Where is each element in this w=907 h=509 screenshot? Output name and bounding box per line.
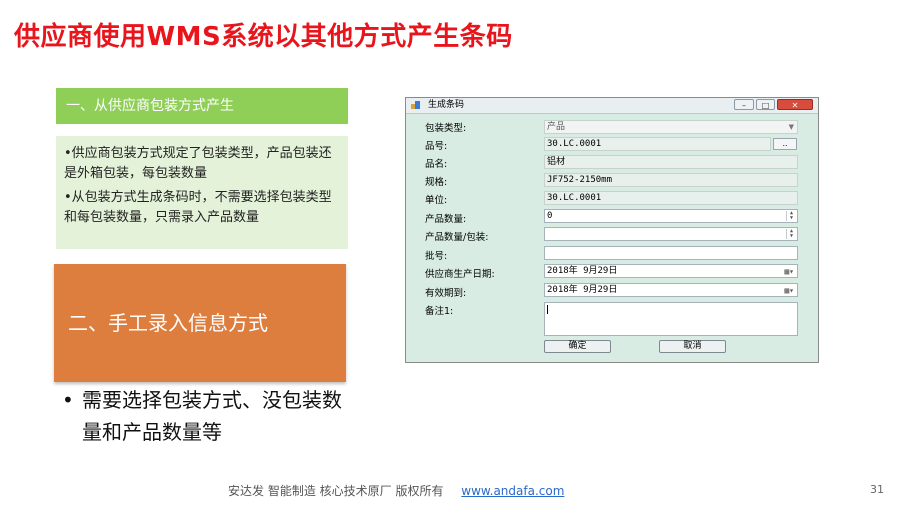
quantity-stepper[interactable]: 0 ▲ ▼ bbox=[544, 209, 798, 223]
bullet-text: 需要选择包装方式、没包装数量和产品数量等 bbox=[82, 388, 342, 444]
page-number: 31 bbox=[870, 483, 884, 496]
browse-item-button[interactable]: .. bbox=[773, 138, 797, 150]
remark-textarea[interactable] bbox=[544, 302, 798, 336]
package-type-label: 包装类型: bbox=[425, 123, 467, 134]
bullet-dot: • bbox=[62, 388, 74, 412]
expiry-date-picker[interactable]: 2018年 9月29日 ▦▾ bbox=[544, 283, 798, 297]
production-date-label: 供应商生产日期: bbox=[425, 269, 495, 280]
calendar-icon[interactable]: ▦▾ bbox=[784, 266, 794, 278]
slide-title: 供应商使用WMS系统以其他方式产生条码 bbox=[14, 22, 513, 52]
footer: 安达发 智能制造 核心技术原厂 版权所有 www.andafa.com bbox=[228, 482, 564, 499]
cancel-button[interactable]: 取消 bbox=[659, 340, 726, 353]
bullet-item: • 需要选择包装方式、没包装数量和产品数量等 bbox=[62, 384, 342, 448]
expiry-date-value: 2018年 9月29日 bbox=[547, 285, 618, 295]
app-icon bbox=[411, 101, 420, 109]
unit-label: 单位: bbox=[425, 195, 448, 206]
close-button[interactable]: ✕ bbox=[777, 99, 813, 110]
item-no-field[interactable]: 30.LC.0001 bbox=[544, 137, 771, 151]
production-date-picker[interactable]: 2018年 9月29日 ▦▾ bbox=[544, 264, 798, 278]
spin-arrows-icon[interactable]: ▲ ▼ bbox=[786, 211, 796, 221]
section1-point-2: •从包装方式生成条码时，不需要选择包装类型和每包装数量，只需录入产品数量 bbox=[64, 190, 332, 225]
spec-label: 规格: bbox=[425, 177, 448, 188]
generate-barcode-dialog: 生成条码 – □ ✕ 包装类型: 产品 ▼ 品号: 30.LC.0001 .. … bbox=[405, 97, 819, 363]
section1-heading: 一、从供应商包装方式产生 bbox=[56, 88, 348, 124]
footer-link[interactable]: www.andafa.com bbox=[461, 484, 564, 498]
unit-field: 30.LC.0001 bbox=[544, 191, 798, 205]
section2-heading: 二、手工录入信息方式 bbox=[54, 264, 346, 382]
spec-field: JF752-2150mm bbox=[544, 173, 798, 187]
quantity-label: 产品数量: bbox=[425, 214, 467, 225]
remark-label: 备注1: bbox=[425, 306, 454, 317]
item-no-label: 品号: bbox=[425, 141, 448, 152]
production-date-value: 2018年 9月29日 bbox=[547, 266, 618, 276]
text-cursor bbox=[547, 305, 548, 314]
batch-no-label: 批号: bbox=[425, 251, 448, 262]
calendar-icon[interactable]: ▦▾ bbox=[784, 285, 794, 297]
section1-point-1: •供应商包装方式规定了包装类型，产品包装还是外箱包装，每包装数量 bbox=[64, 146, 332, 181]
chevron-down-icon: ▼ bbox=[788, 123, 794, 131]
quantity-value: 0 bbox=[547, 211, 553, 221]
minimize-button[interactable]: – bbox=[734, 99, 754, 110]
maximize-button[interactable]: □ bbox=[756, 99, 775, 110]
section1-body: •供应商包装方式规定了包装类型，产品包装还是外箱包装，每包装数量 •从包装方式生… bbox=[56, 136, 348, 249]
item-name-field: 铝材 bbox=[544, 155, 798, 169]
item-name-label: 品名: bbox=[425, 159, 448, 170]
qty-per-pack-label: 产品数量/包装: bbox=[425, 232, 489, 243]
qty-per-pack-stepper[interactable]: ▲ ▼ bbox=[544, 227, 798, 241]
package-type-select[interactable]: 产品 ▼ bbox=[544, 120, 798, 134]
spin-arrows-icon[interactable]: ▲ ▼ bbox=[786, 229, 796, 239]
package-type-value: 产品 bbox=[547, 122, 566, 132]
batch-no-input[interactable] bbox=[544, 246, 798, 260]
expiry-date-label: 有效期到: bbox=[425, 288, 467, 299]
dialog-titlebar: 生成条码 – □ ✕ bbox=[406, 98, 818, 114]
footer-text: 安达发 智能制造 核心技术原厂 版权所有 bbox=[228, 484, 444, 498]
ok-button[interactable]: 确定 bbox=[544, 340, 611, 353]
dialog-title: 生成条码 bbox=[428, 100, 465, 110]
